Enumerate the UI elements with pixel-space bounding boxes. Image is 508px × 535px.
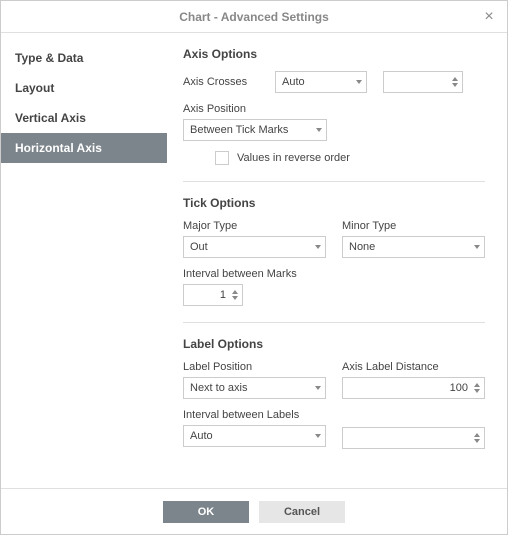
- dialog-title: Chart - Advanced Settings: [179, 10, 329, 24]
- interval-labels-value-input[interactable]: [342, 427, 485, 449]
- ok-button[interactable]: OK: [163, 501, 249, 523]
- axis-label-distance-label: Axis Label Distance: [342, 361, 485, 373]
- interval-labels-select[interactable]: Auto: [183, 425, 326, 447]
- sidebar-item-horizontal-axis[interactable]: Horizontal Axis: [1, 133, 167, 163]
- chevron-down-icon: [315, 386, 321, 390]
- spinner-icon: [474, 433, 480, 443]
- sidebar-item-label: Horizontal Axis: [15, 141, 102, 155]
- interval-labels-label: Interval between Labels: [183, 409, 326, 421]
- minor-type-label: Minor Type: [342, 220, 485, 232]
- section-tick-options: Tick Options: [183, 196, 485, 210]
- axis-label-distance-input[interactable]: 100: [342, 377, 485, 399]
- minor-type-select[interactable]: None: [342, 236, 485, 258]
- chevron-down-icon: [356, 80, 362, 84]
- chevron-down-icon: [315, 434, 321, 438]
- divider: [183, 322, 485, 323]
- axis-crosses-label: Axis Crosses: [183, 76, 259, 88]
- chevron-down-icon: [315, 245, 321, 249]
- titlebar: Chart - Advanced Settings ×: [1, 1, 507, 33]
- cancel-button[interactable]: Cancel: [259, 501, 345, 523]
- chevron-down-icon: [474, 245, 480, 249]
- chevron-down-icon: [316, 128, 322, 132]
- label-position-label: Label Position: [183, 361, 326, 373]
- section-axis-options: Axis Options: [183, 47, 485, 61]
- content: Axis Options Axis Crosses Auto: [167, 33, 507, 488]
- sidebar: Type & Data Layout Vertical Axis Horizon…: [1, 33, 167, 488]
- sidebar-item-label: Vertical Axis: [15, 111, 86, 125]
- spinner-icon: [232, 290, 238, 300]
- spinner-icon: [452, 77, 458, 87]
- close-icon: ×: [484, 8, 493, 26]
- axis-position-select[interactable]: Between Tick Marks: [183, 119, 327, 141]
- interval-marks-label: Interval between Marks: [183, 268, 327, 280]
- major-type-label: Major Type: [183, 220, 326, 232]
- reverse-order-label: Values in reverse order: [237, 152, 350, 164]
- label-position-select[interactable]: Next to axis: [183, 377, 326, 399]
- section-label-options: Label Options: [183, 337, 485, 351]
- sidebar-item-label: Layout: [15, 81, 54, 95]
- axis-crosses-value-input[interactable]: [383, 71, 463, 93]
- dialog-body: Type & Data Layout Vertical Axis Horizon…: [1, 33, 507, 488]
- sidebar-item-label: Type & Data: [15, 51, 83, 65]
- close-button[interactable]: ×: [479, 7, 499, 27]
- divider: [183, 181, 485, 182]
- major-type-select[interactable]: Out: [183, 236, 326, 258]
- sidebar-item-layout[interactable]: Layout: [1, 73, 167, 103]
- reverse-order-checkbox[interactable]: [215, 151, 229, 165]
- axis-position-label: Axis Position: [183, 103, 327, 115]
- dialog: Chart - Advanced Settings × Type & Data …: [0, 0, 508, 535]
- interval-marks-input[interactable]: 1: [183, 284, 243, 306]
- sidebar-item-vertical-axis[interactable]: Vertical Axis: [1, 103, 167, 133]
- axis-crosses-select[interactable]: Auto: [275, 71, 367, 93]
- sidebar-item-type-data[interactable]: Type & Data: [1, 43, 167, 73]
- footer: OK Cancel: [1, 488, 507, 534]
- spinner-icon: [474, 383, 480, 393]
